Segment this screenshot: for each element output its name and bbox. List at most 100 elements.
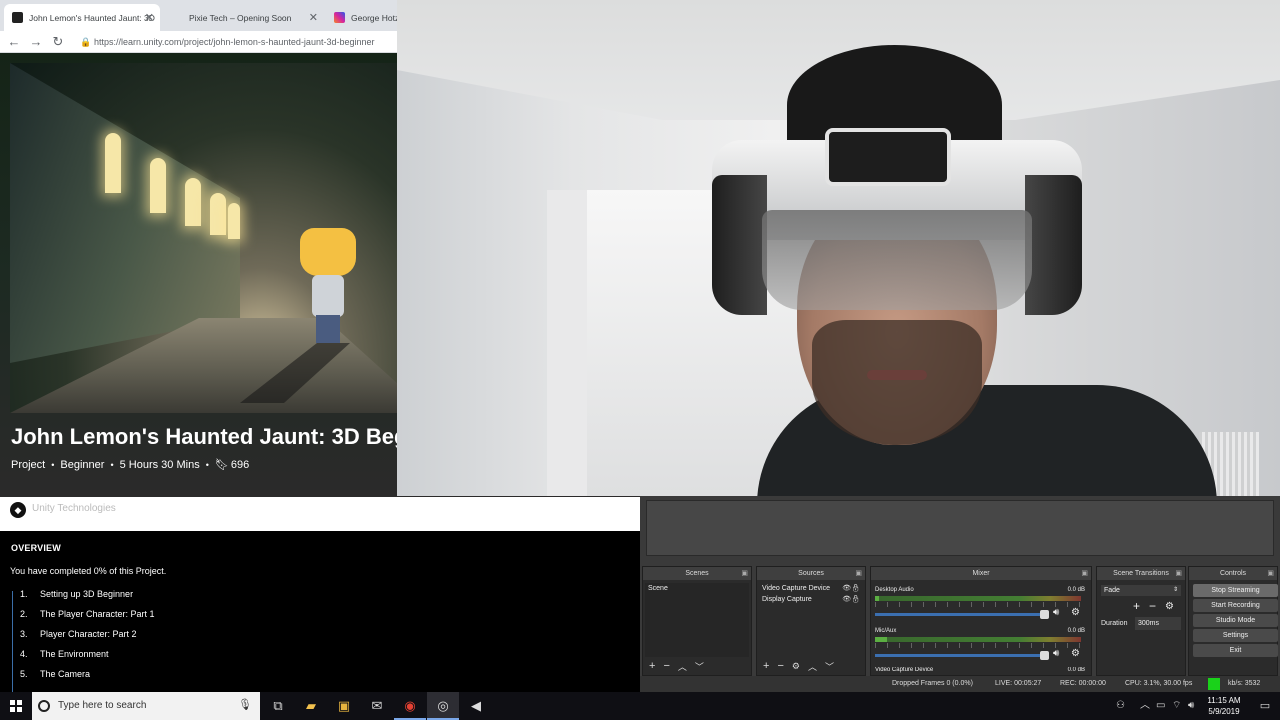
add-icon[interactable]: +	[1133, 599, 1140, 613]
tab-pixie[interactable]: Pixie Tech – Opening Soon ✕	[164, 4, 324, 31]
lesson-item[interactable]: 3. Player Character: Part 2	[20, 629, 137, 639]
taskbar: Type here to search 🎙︎ ⧉ ▰ ▣ ✉ ◉ ◎ ◀ ⚇ ︿…	[0, 692, 1280, 720]
scene-item[interactable]: Scene	[645, 583, 749, 594]
lesson-item[interactable]: 2. The Player Character: Part 1	[20, 609, 155, 619]
transitions-title: Scene Transitions	[1113, 570, 1169, 577]
mixer-dock: Mixer ▣ Desktop Audio 0.0 dB 🔊︎ ⚙ Mic/Aux…	[870, 566, 1092, 676]
meta-type: Project	[11, 458, 46, 471]
start-button[interactable]	[0, 692, 32, 720]
bookmark-count: 696	[230, 458, 250, 471]
unity-favicon-icon	[12, 12, 23, 23]
gear-icon[interactable]: ⚙	[792, 661, 800, 672]
windows-logo-icon	[10, 700, 22, 712]
unity-hub-icon[interactable]: ◀	[460, 692, 492, 720]
remove-icon[interactable]: −	[663, 660, 669, 672]
chrome-icon[interactable]: ◉	[394, 692, 426, 720]
exit-button[interactable]: Exit	[1193, 644, 1278, 657]
remove-icon[interactable]: −	[1149, 599, 1156, 613]
people-icon[interactable]: ⚇	[1116, 692, 1125, 720]
scenes-title: Scenes	[685, 570, 709, 577]
mixer-channel: Mic/Aux 0.0 dB 🔊︎ ⚙	[875, 628, 1085, 660]
task-view-icon[interactable]: ⧉	[262, 692, 294, 720]
back-arrow-icon[interactable]: ←	[6, 33, 22, 51]
add-icon[interactable]: +	[649, 660, 655, 672]
tab-unity[interactable]: John Lemon's Haunted Jaunt: 3D ✕	[4, 4, 160, 31]
volume-icon[interactable]: 🔊︎	[1188, 692, 1194, 720]
taskbar-search[interactable]: Type here to search 🎙︎	[32, 692, 260, 720]
speaker-icon[interactable]: 🔊︎	[1053, 607, 1059, 618]
duration-input[interactable]: 300ms	[1135, 617, 1181, 630]
cortana-icon	[38, 700, 50, 712]
reload-icon[interactable]: ↻	[50, 33, 66, 51]
tab-label: John Lemon's Haunted Jaunt: 3D	[29, 12, 155, 23]
chevron-updown-icon: ⇕	[1172, 587, 1178, 593]
source-item[interactable]: Display Capture 👁︎🔒︎	[759, 594, 863, 605]
move-up-icon[interactable]: ︿	[678, 660, 687, 673]
notification-icon[interactable]: ▭	[1250, 692, 1280, 720]
sources-dock: Sources ▣ Video Capture Device 👁︎🔒︎ Displ…	[756, 566, 866, 676]
volume-slider[interactable]	[875, 610, 1049, 619]
undock-icon[interactable]: ▣	[855, 567, 862, 580]
wifi-icon[interactable]: ⌔	[1172, 692, 1181, 720]
undock-icon[interactable]: ▣	[1267, 567, 1274, 580]
volume-meter	[875, 637, 1081, 642]
visibility-lock-icon[interactable]: 👁︎🔒︎	[842, 583, 860, 594]
mixer-title: Mixer	[972, 570, 990, 577]
tab-instagram[interactable]: George Hotz	[326, 4, 406, 31]
lesson-item[interactable]: 5. The Camera	[20, 669, 90, 679]
visibility-lock-icon[interactable]: 👁︎🔒︎	[842, 594, 860, 605]
undock-icon[interactable]: ▣	[741, 567, 748, 580]
forward-arrow-icon[interactable]: →	[28, 33, 44, 51]
lesson-item[interactable]: 1. Setting up 3D Beginner	[20, 589, 133, 599]
obs-window: Scenes ▣ Scene + − ︿ ﹀ Sources ▣ Video Cap…	[640, 496, 1280, 692]
pixie-favicon-icon	[172, 12, 183, 23]
undock-icon[interactable]: ▣	[1081, 567, 1088, 580]
instagram-favicon-icon	[334, 12, 345, 23]
move-down-icon[interactable]: ﹀	[825, 660, 834, 673]
studio-mode-button[interactable]: Studio Mode	[1193, 614, 1278, 627]
search-placeholder: Type here to search	[58, 700, 147, 711]
dropped-frames: Dropped Frames 0 (0.0%)	[892, 680, 973, 687]
volume-slider[interactable]	[875, 651, 1049, 660]
obs-status-bar: Dropped Frames 0 (0.0%) LIVE: 00:05:27 R…	[640, 676, 1280, 692]
url-text: https://learn.unity.com/project/john-lem…	[94, 37, 375, 47]
live-timer: LIVE: 00:05:27	[995, 680, 1042, 687]
lesson-item[interactable]: 4. The Environment	[20, 649, 109, 659]
undock-icon[interactable]: ▣	[1175, 567, 1182, 580]
gear-icon[interactable]: ⚙	[1165, 601, 1174, 612]
file-explorer-icon[interactable]: ▰	[295, 692, 327, 720]
obs-preview	[646, 500, 1274, 556]
clock[interactable]: 11:15 AM 5/9/2019	[1202, 695, 1246, 717]
close-tab-icon[interactable]: ✕	[145, 11, 154, 24]
gear-icon[interactable]: ⚙	[1071, 607, 1080, 618]
move-up-icon[interactable]: ︿	[808, 660, 817, 673]
obs-icon[interactable]: ◎	[427, 692, 459, 720]
clock-date: 5/9/2019	[1208, 707, 1240, 716]
gear-icon[interactable]: ⚙	[1071, 648, 1080, 659]
mail-icon[interactable]: ✉	[361, 692, 393, 720]
duration-label: Duration	[1101, 620, 1128, 627]
project-cover-image	[10, 63, 430, 413]
sources-title: Sources	[798, 570, 824, 577]
close-tab-icon[interactable]: ✕	[309, 11, 318, 24]
settings-button[interactable]: Settings	[1193, 629, 1278, 642]
start-recording-button[interactable]: Start Recording	[1193, 599, 1278, 612]
project-meta: Project • Beginner • 5 Hours 30 Mins • 🔖…	[11, 458, 250, 472]
store-icon[interactable]: ▣	[328, 692, 360, 720]
remove-icon[interactable]: −	[777, 660, 783, 672]
source-item[interactable]: Video Capture Device 👁︎🔒︎	[759, 583, 863, 594]
mixer-channel: Desktop Audio 0.0 dB 🔊︎ ⚙	[875, 587, 1085, 619]
battery-icon[interactable]: ▭	[1156, 692, 1165, 720]
chevron-up-icon[interactable]: ︿	[1140, 692, 1150, 720]
clock-time: 11:15 AM	[1207, 696, 1241, 705]
move-down-icon[interactable]: ﹀	[695, 660, 704, 673]
transition-select[interactable]: Fade ⇕	[1101, 585, 1181, 596]
scenes-dock: Scenes ▣ Scene + − ︿ ﹀	[642, 566, 752, 676]
bookmark-icon[interactable]: 🔖︎	[215, 458, 229, 471]
add-icon[interactable]: +	[763, 660, 769, 672]
overview-section: OVERVIEW You have completed 0% of this P…	[0, 531, 640, 692]
author-name[interactable]: Unity Technologies	[32, 503, 116, 514]
stop-streaming-button[interactable]: Stop Streaming	[1193, 584, 1278, 597]
speaker-icon[interactable]: 🔊︎	[1053, 648, 1059, 659]
microphone-icon[interactable]: 🎙︎	[238, 698, 252, 711]
